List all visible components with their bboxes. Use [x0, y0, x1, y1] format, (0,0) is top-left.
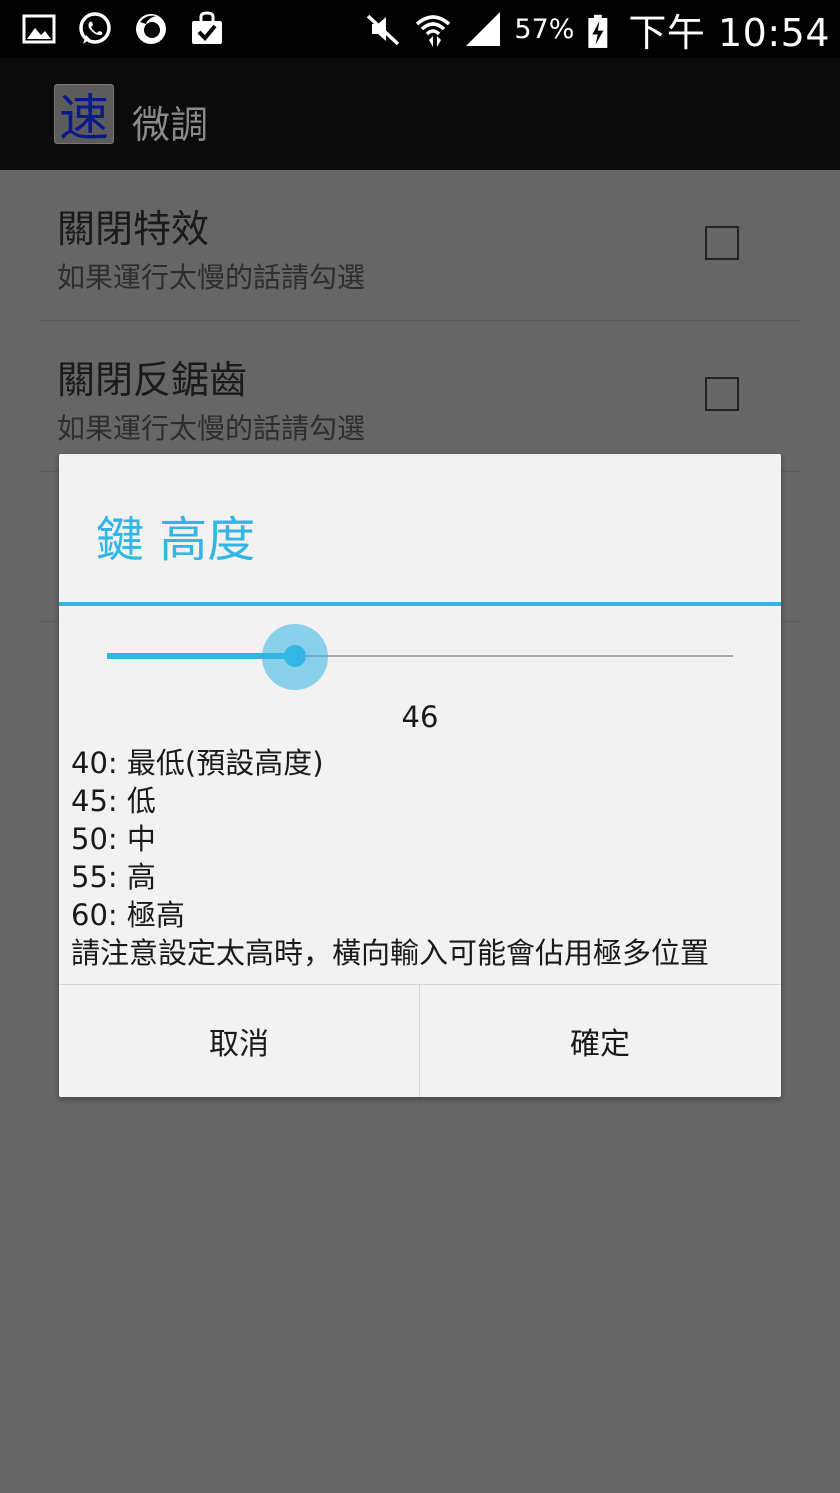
action-bar: 速 微調	[0, 58, 840, 170]
battery-charging-icon	[588, 14, 608, 48]
dialog-message: 40: 最低(預設高度) 45: 低 50: 中 55: 高 60: 極高 請注…	[71, 744, 771, 972]
preference-summary: 如果運行太慢的話請勾選	[57, 261, 366, 294]
clock: 下午 10:54	[628, 10, 830, 55]
battery-percent: 57%	[514, 13, 575, 45]
preference-title: 關閉特效	[57, 207, 210, 251]
height-option-line: 45: 低	[71, 784, 156, 818]
disable-effects-checkbox[interactable]	[705, 226, 739, 260]
key-height-dialog: 鍵 高度 46 40: 最低(預設高度) 45: 低 50: 中 55: 高 6…	[59, 454, 781, 1097]
key-height-slider[interactable]	[107, 624, 733, 690]
height-option-line: 40: 最低(預設高度)	[71, 746, 324, 780]
notification-icons	[20, 8, 226, 50]
slider-value-label: 46	[401, 700, 439, 734]
shopping-bag-check-icon	[192, 11, 222, 44]
app-icon[interactable]: 速	[54, 84, 114, 147]
slider-thumb[interactable]	[283, 645, 306, 667]
whatsapp-icon	[79, 12, 111, 44]
height-option-line: 50: 中	[71, 822, 156, 856]
preference-title: 關閉反鋸齒	[57, 358, 248, 402]
cell-signal-icon	[466, 12, 501, 46]
height-warning-line: 請注意設定太高時，橫向輸入可能會佔用極多位置	[71, 936, 710, 970]
cancel-button[interactable]: 取消	[59, 985, 419, 1097]
preference-item-disable-effects[interactable]: 關閉特效 如果運行太慢的話請勾選	[0, 170, 840, 320]
system-indicators: 57% 下午 10:54	[364, 4, 830, 55]
height-option-line: 60: 極高	[71, 898, 185, 932]
preference-item-disable-antialiasing[interactable]: 關閉反鋸齒 如果運行太慢的話請勾選	[0, 321, 840, 471]
ok-button[interactable]: 確定	[420, 985, 780, 1097]
dialog-title-divider	[59, 602, 781, 606]
height-option-line: 55: 高	[71, 860, 156, 894]
mute-icon	[367, 14, 400, 46]
disable-antialiasing-checkbox[interactable]	[705, 377, 739, 411]
page-title: 微調	[132, 103, 209, 147]
wifi-icon	[416, 15, 451, 47]
status-bar: 57% 下午 10:54	[0, 0, 840, 58]
gallery-icon	[22, 14, 56, 44]
firefox-icon	[136, 14, 166, 44]
dialog-title: 鍵 高度	[96, 512, 256, 568]
preference-summary: 如果運行太慢的話請勾選	[57, 412, 366, 445]
